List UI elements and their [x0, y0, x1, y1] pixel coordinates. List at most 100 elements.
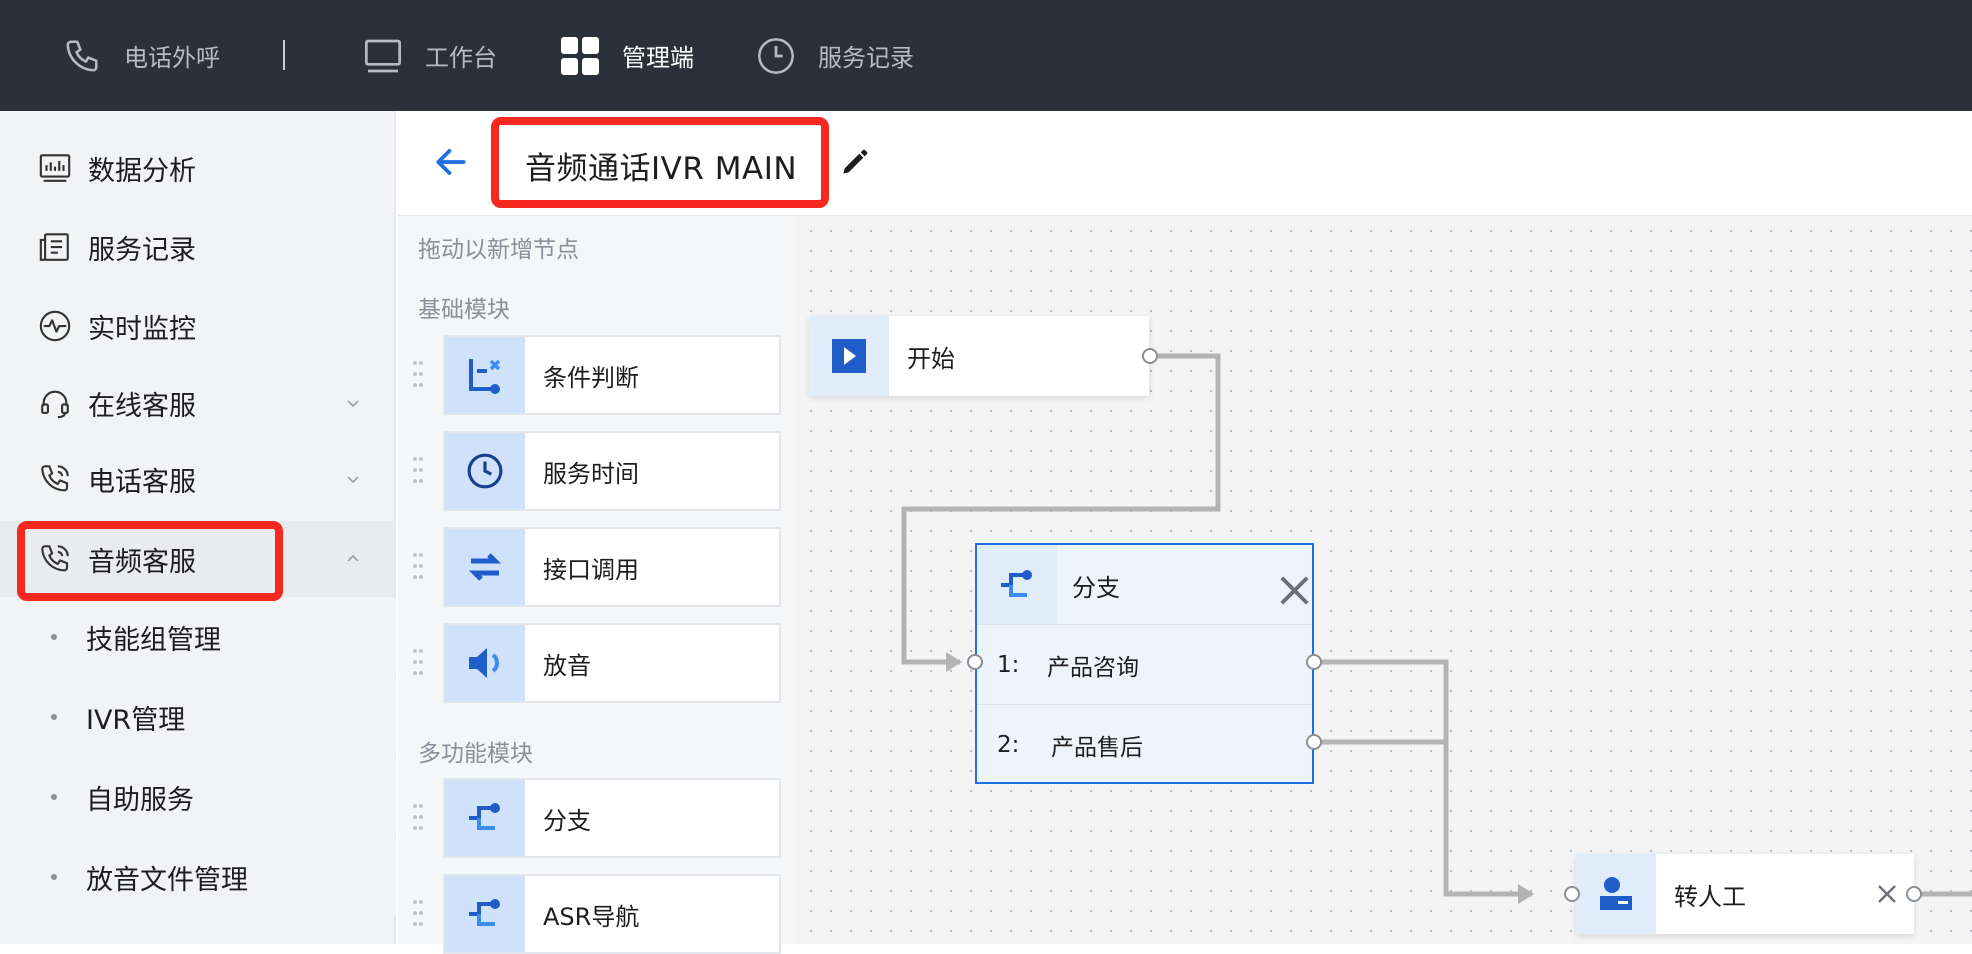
drag-handle-icon[interactable]: [412, 455, 424, 485]
option-label: 产品咨询: [1047, 654, 1139, 681]
palette-module-api-call[interactable]: 接口调用: [443, 527, 781, 607]
node-header: 分支: [977, 545, 1312, 625]
drag-handle-icon[interactable]: [412, 359, 424, 389]
topnav-label: 服务记录: [818, 44, 914, 72]
close-icon[interactable]: [1277, 573, 1312, 608]
branch-option[interactable]: 2: 产品售后: [977, 704, 1312, 784]
clock-icon: [756, 36, 796, 76]
person-icon: [1576, 854, 1656, 934]
phone-call-icon: [41, 465, 69, 492]
phone-icon: [62, 36, 102, 76]
output-port[interactable]: [1306, 654, 1322, 670]
module-label: 分支: [543, 806, 591, 835]
input-port[interactable]: [967, 654, 983, 670]
palette-hint: 拖动以新增节点: [418, 237, 579, 263]
sidebar-subitem-label: 放音文件管理: [86, 864, 248, 896]
output-port[interactable]: [1142, 348, 1158, 364]
output-port[interactable]: [1906, 886, 1922, 902]
drag-handle-icon[interactable]: [412, 898, 424, 928]
topnav-divider: [283, 40, 285, 70]
flow-node-branch[interactable]: 分支 1: 产品咨询 2: 产品售后: [975, 543, 1314, 784]
speaker-icon: [445, 625, 525, 701]
sidebar-subitem-audio-files[interactable]: 放音文件管理: [0, 838, 396, 916]
flow-header: 音频通话IVR MAIN: [398, 111, 1972, 216]
palette-module-asr-nav[interactable]: ASR导航: [443, 874, 781, 954]
chevron-down-icon: [347, 400, 359, 408]
sidebar-item-phone-service[interactable]: 电话客服: [0, 441, 396, 517]
bullet-icon: [51, 874, 57, 880]
pulse-icon: [39, 310, 71, 342]
top-navigation-bar: 电话外呼 工作台 管理端 服务记录: [0, 0, 1972, 111]
bullet-icon: [51, 714, 57, 720]
drag-handle-icon[interactable]: [412, 551, 424, 581]
monitor-icon: [363, 36, 403, 76]
chevron-down-icon: [347, 476, 359, 484]
sidebar-subitem-label: 技能组管理: [86, 624, 221, 656]
sidebar-subitem-skill-group[interactable]: 技能组管理: [0, 598, 396, 676]
sidebar-item-data-analysis[interactable]: 数据分析: [0, 130, 396, 206]
option-number: 1:: [997, 651, 1020, 678]
sidebar-item-realtime-monitor[interactable]: 实时监控: [0, 288, 396, 364]
module-label: 条件判断: [543, 363, 639, 392]
palette-section-multi: 多功能模块: [418, 741, 533, 767]
api-icon: [445, 529, 525, 605]
drag-handle-icon[interactable]: [412, 802, 424, 832]
sidebar-item-label: 在线客服: [88, 390, 196, 422]
palette-module-playback[interactable]: 放音: [443, 623, 781, 703]
topnav-label: 电话外呼: [124, 44, 220, 72]
chevron-up-icon: [347, 554, 359, 562]
branch-icon: [445, 876, 525, 952]
flow-node-start[interactable]: 开始: [809, 316, 1149, 396]
module-label: 放音: [543, 651, 591, 680]
topnav-outbound-call[interactable]: 电话外呼: [62, 0, 220, 111]
back-arrow-icon[interactable]: [432, 143, 470, 181]
sidebar-subitem-label: IVR管理: [86, 704, 186, 736]
branch-icon: [977, 545, 1057, 625]
flow-canvas[interactable]: 开始 分支 1: 产品咨询 2: 产品售后 转人工: [796, 216, 1972, 944]
module-label: ASR导航: [543, 902, 640, 931]
play-icon: [809, 316, 889, 396]
records-icon: [39, 233, 69, 261]
edit-icon[interactable]: [838, 147, 870, 179]
topnav-label: 管理端: [622, 44, 694, 72]
module-label: 服务时间: [543, 459, 639, 488]
topnav-label: 工作台: [425, 44, 497, 72]
sidebar-item-service-records[interactable]: 服务记录: [0, 209, 396, 285]
clock-icon: [445, 433, 525, 509]
drag-handle-icon[interactable]: [412, 647, 424, 677]
option-number: 2:: [997, 731, 1020, 758]
branch-icon: [445, 780, 525, 856]
sidebar-subitem-ivr[interactable]: IVR管理: [0, 678, 396, 756]
sidebar-subitem-self-service[interactable]: 自助服务: [0, 758, 396, 836]
node-label: 开始: [907, 344, 955, 373]
chart-icon: [39, 154, 71, 182]
node-label: 转人工: [1674, 882, 1746, 911]
palette-module-branch[interactable]: 分支: [443, 778, 781, 858]
topnav-workbench[interactable]: 工作台: [363, 0, 497, 111]
palette-section-basic: 基础模块: [418, 297, 510, 323]
node-label: 分支: [1072, 573, 1120, 602]
sidebar-subitem-label: 自助服务: [86, 784, 194, 816]
condition-icon: [445, 337, 525, 413]
flow-node-transfer[interactable]: 转人工: [1576, 854, 1914, 934]
palette-module-service-time[interactable]: 服务时间: [443, 431, 781, 511]
output-port[interactable]: [1306, 734, 1322, 750]
headset-icon: [41, 390, 69, 419]
close-icon[interactable]: [1876, 883, 1898, 905]
branch-option[interactable]: 1: 产品咨询: [977, 624, 1312, 704]
topnav-admin[interactable]: 管理端: [560, 0, 694, 111]
palette-module-condition[interactable]: 条件判断: [443, 335, 781, 415]
highlight-box-audio-service: [17, 521, 283, 601]
input-port[interactable]: [1564, 886, 1580, 902]
sidebar-item-online-service[interactable]: 在线客服: [0, 365, 396, 441]
node-palette: 拖动以新增节点 基础模块 条件判断 服务时间 接口调用 放音 多功能模块 分支: [398, 216, 796, 954]
option-label: 产品售后: [1051, 734, 1143, 761]
bullet-icon: [51, 634, 57, 640]
sidebar-item-label: 电话客服: [88, 466, 196, 498]
sidebar-item-label: 服务记录: [88, 234, 196, 266]
topnav-service-records[interactable]: 服务记录: [756, 0, 914, 111]
grid-icon: [560, 36, 600, 76]
sidebar-item-label: 实时监控: [88, 313, 196, 345]
module-label: 接口调用: [543, 555, 639, 584]
sidebar-item-label: 数据分析: [88, 155, 196, 187]
